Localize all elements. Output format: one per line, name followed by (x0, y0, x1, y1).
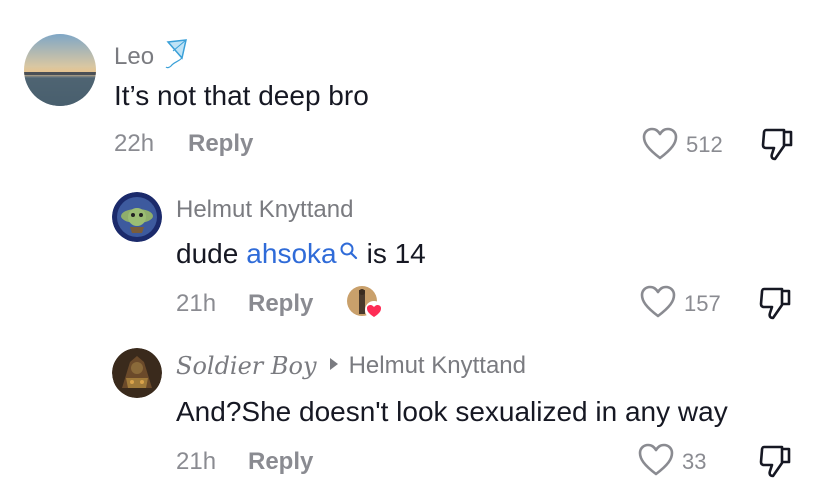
comment-time: 22h (114, 130, 155, 157)
heart-icon[interactable] (642, 127, 678, 166)
reply-button[interactable]: Reply (188, 130, 253, 158)
comment-text-part: is 14 (366, 238, 426, 269)
comment-text: And?She doesn't look sexualized in any w… (176, 396, 728, 427)
avatar[interactable] (112, 192, 162, 242)
search-icon[interactable] (339, 236, 359, 268)
like-count: 33 (682, 449, 707, 474)
comment-time: 21h (176, 290, 217, 317)
avatar[interactable] (112, 348, 162, 398)
like-count: 157 (684, 291, 721, 316)
comment-text: dude ahsoka is 14 (176, 238, 426, 270)
sea-sunset-avatar-image (24, 34, 96, 106)
dislike-icon[interactable] (758, 285, 794, 326)
heart-icon[interactable] (640, 285, 676, 324)
heart-icon[interactable] (638, 443, 674, 482)
yoda-avatar-image (112, 192, 162, 242)
comment-time: 21h (176, 448, 217, 475)
comment-text: It’s not that deep bro (114, 80, 369, 111)
reply-button[interactable]: Reply (248, 290, 313, 318)
reply-to-username[interactable]: Helmut Knyttand (349, 352, 526, 380)
kite-icon (164, 38, 190, 75)
comment-text-part: dude (176, 238, 239, 269)
avatar[interactable] (24, 34, 96, 106)
reply-button[interactable]: Reply (248, 448, 313, 476)
creator-liked-icon (346, 284, 386, 325)
like-count: 512 (686, 132, 723, 157)
dislike-icon[interactable] (760, 126, 796, 167)
dislike-icon[interactable] (758, 443, 794, 484)
reply-arrow-icon (329, 357, 339, 376)
comment-username[interactable]: Soldier Boy (176, 352, 317, 380)
comment-username[interactable]: Helmut Knyttand (176, 196, 353, 224)
armored-warrior-avatar-image (112, 348, 162, 398)
comment-username[interactable]: Leo (114, 43, 154, 71)
search-mention-link[interactable]: ahsoka (246, 238, 336, 270)
